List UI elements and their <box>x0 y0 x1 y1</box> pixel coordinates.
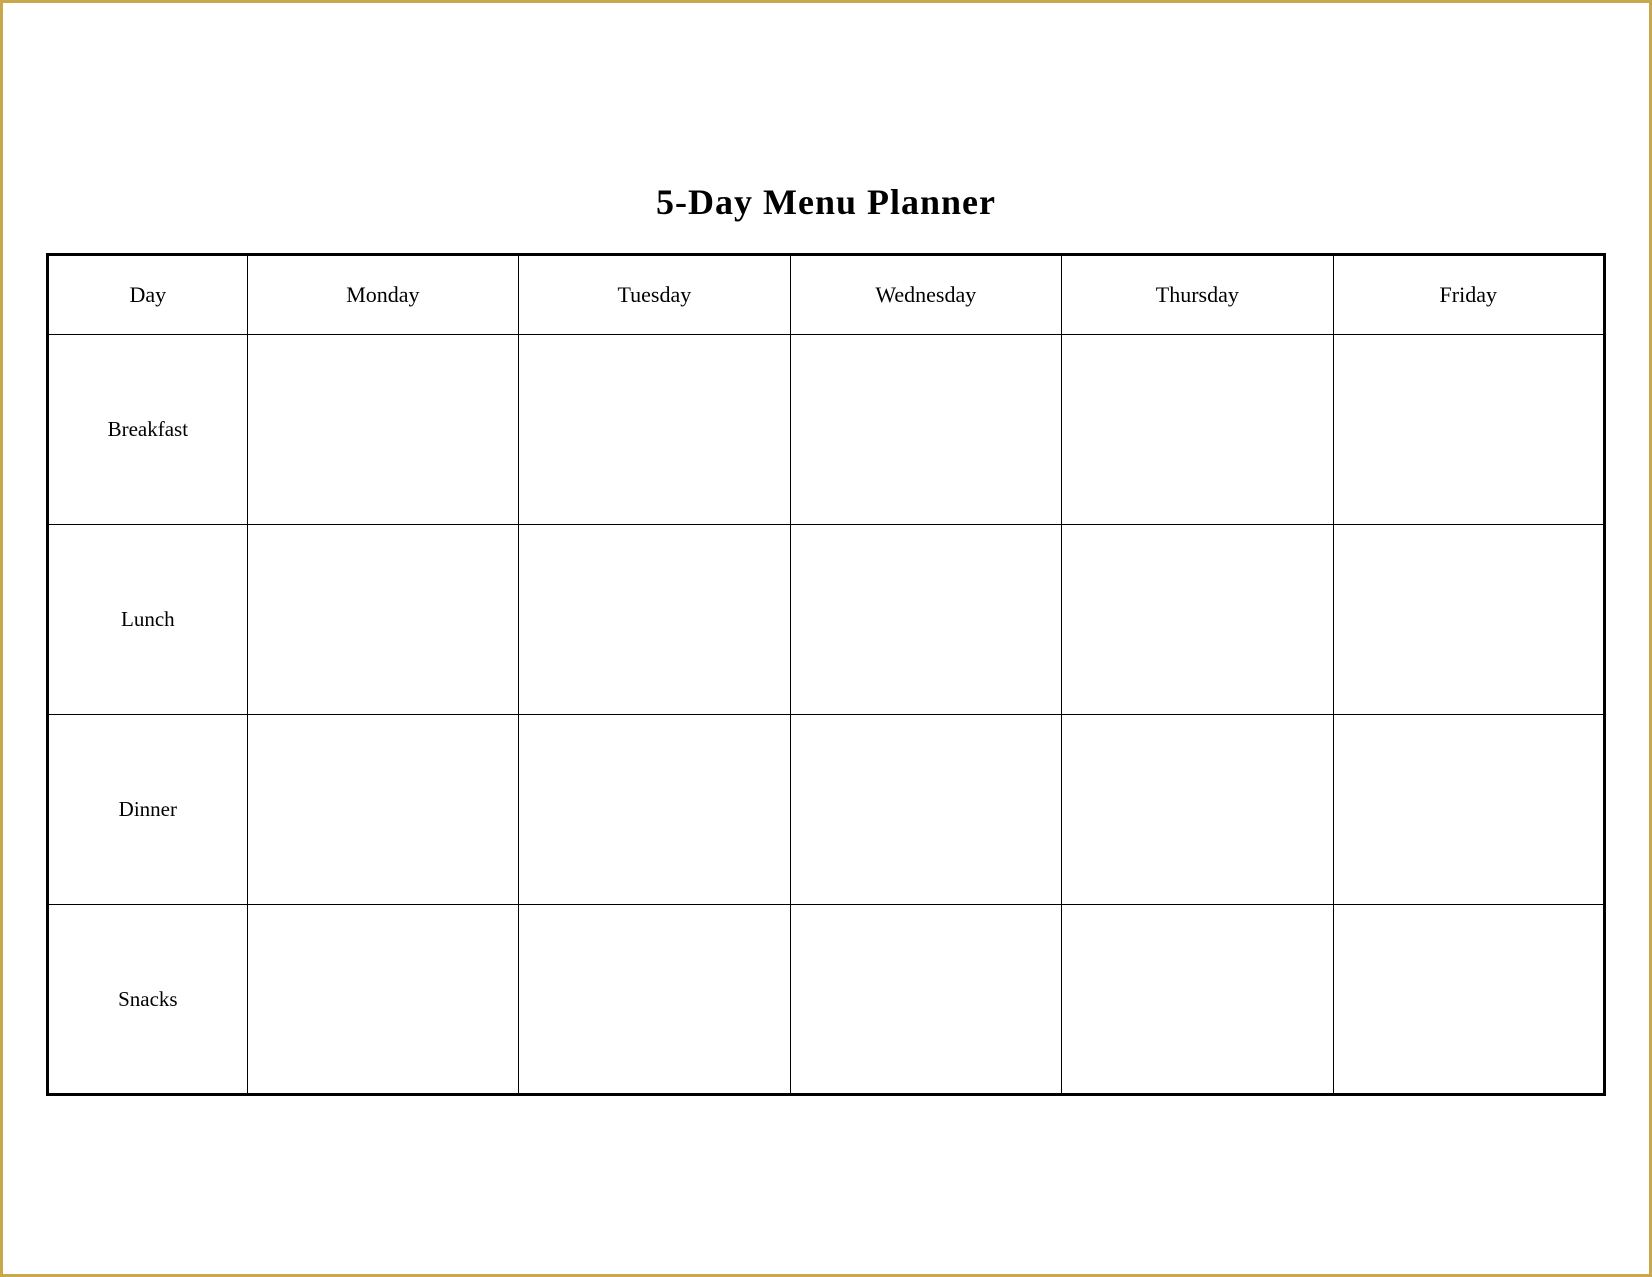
row-label-lunch: Lunch <box>48 525 248 715</box>
cell-dinner-2[interactable] <box>790 715 1062 905</box>
page-container: 5-Day Menu Planner Day Monday Tuesday We… <box>46 181 1606 1096</box>
cell-breakfast-4[interactable] <box>1333 335 1604 525</box>
row-label-snacks: Snacks <box>48 905 248 1095</box>
col-header-tuesday: Tuesday <box>519 255 790 335</box>
cell-lunch-0[interactable] <box>247 525 518 715</box>
cell-snacks-1[interactable] <box>519 905 790 1095</box>
cell-dinner-0[interactable] <box>247 715 518 905</box>
cell-lunch-2[interactable] <box>790 525 1062 715</box>
planner-table: Day Monday Tuesday Wednesday Thursday Fr… <box>46 253 1606 1096</box>
cell-lunch-4[interactable] <box>1333 525 1604 715</box>
cell-lunch-1[interactable] <box>519 525 790 715</box>
row-label-breakfast: Breakfast <box>48 335 248 525</box>
cell-dinner-1[interactable] <box>519 715 790 905</box>
cell-lunch-3[interactable] <box>1062 525 1333 715</box>
col-header-thursday: Thursday <box>1062 255 1333 335</box>
cell-snacks-3[interactable] <box>1062 905 1333 1095</box>
cell-breakfast-3[interactable] <box>1062 335 1333 525</box>
cell-breakfast-0[interactable] <box>247 335 518 525</box>
col-header-monday: Monday <box>247 255 518 335</box>
col-header-wednesday: Wednesday <box>790 255 1062 335</box>
cell-dinner-3[interactable] <box>1062 715 1333 905</box>
col-header-day: Day <box>48 255 248 335</box>
header-row: Day Monday Tuesday Wednesday Thursday Fr… <box>48 255 1605 335</box>
cell-breakfast-1[interactable] <box>519 335 790 525</box>
cell-snacks-4[interactable] <box>1333 905 1604 1095</box>
table-row: Lunch <box>48 525 1605 715</box>
table-row: Breakfast <box>48 335 1605 525</box>
col-header-friday: Friday <box>1333 255 1604 335</box>
cell-snacks-0[interactable] <box>247 905 518 1095</box>
row-label-dinner: Dinner <box>48 715 248 905</box>
table-row: Dinner <box>48 715 1605 905</box>
cell-breakfast-2[interactable] <box>790 335 1062 525</box>
cell-snacks-2[interactable] <box>790 905 1062 1095</box>
planner-body: BreakfastLunchDinnerSnacks <box>48 335 1605 1095</box>
table-row: Snacks <box>48 905 1605 1095</box>
cell-dinner-4[interactable] <box>1333 715 1604 905</box>
page-title: 5-Day Menu Planner <box>656 181 996 223</box>
